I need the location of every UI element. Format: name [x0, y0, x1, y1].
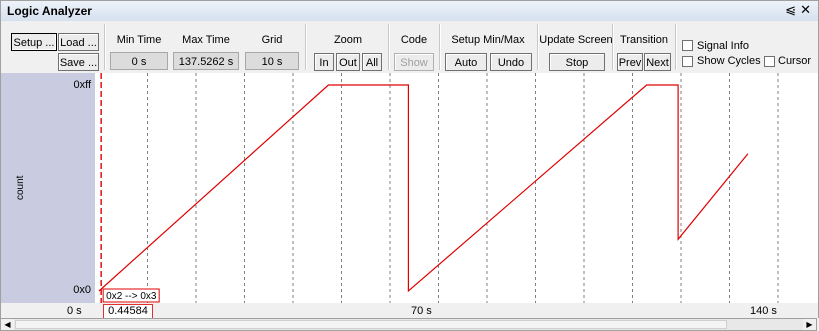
time-axis: 0 s 0.44584 s 70 s 140 s — [0, 303, 819, 330]
time-axis-mid-label: 70 s — [411, 305, 432, 317]
scroll-left-arrow-icon[interactable]: ◀ — [1, 319, 14, 330]
scrollbar-thumb[interactable] — [15, 320, 727, 329]
max-time-value: 137.5262 s — [173, 52, 239, 70]
close-icon[interactable]: ✕ — [800, 2, 811, 18]
signal-info-checkbox[interactable] — [682, 40, 693, 51]
code-label: Code — [400, 34, 428, 46]
toolbar-separator — [305, 24, 307, 70]
toolbar-separator — [537, 24, 539, 70]
toolbar-separator — [612, 24, 614, 70]
toolbar-separator — [439, 24, 441, 70]
next-transition-button[interactable]: Next — [644, 53, 671, 71]
transition-label: 0x2 --> 0x3 — [102, 288, 160, 303]
min-time-value: 0 s — [110, 52, 168, 70]
cursor-label: Cursor — [778, 55, 812, 67]
max-time-label: Max Time — [182, 34, 230, 46]
code-show-button[interactable]: Show — [394, 53, 434, 71]
horizontal-scrollbar[interactable]: ◀ ▶ — [0, 318, 817, 331]
signal-name-panel[interactable]: 0xff count 0x0 — [1, 73, 95, 303]
toolbar-separator — [388, 24, 390, 70]
y-min-label: 0x0 — [73, 284, 91, 296]
zoom-out-button[interactable]: Out — [336, 53, 360, 71]
signal-name: count — [15, 175, 26, 200]
time-axis-end-label: 140 s — [750, 305, 777, 317]
prev-transition-button[interactable]: Prev — [617, 53, 643, 71]
window-titlebar: Logic Analyzer ⩿ ✕ — [0, 0, 819, 21]
stop-button[interactable]: Stop — [549, 53, 605, 71]
undo-button[interactable]: Undo — [490, 53, 532, 71]
min-time-label: Min Time — [116, 34, 162, 46]
svg-text:0x2 --> 0x3: 0x2 --> 0x3 — [106, 291, 157, 302]
zoom-all-button[interactable]: All — [362, 53, 382, 71]
toolbar-separator — [104, 24, 106, 70]
setup-minmax-label: Setup Min/Max — [451, 34, 525, 46]
plot-area[interactable]: 0xff count 0x0 0x2 --> 0x3 — [0, 73, 819, 303]
toolbar: Setup ... Load ... Save ... Min Time 0 s… — [0, 21, 819, 73]
show-cycles-checkbox[interactable] — [682, 56, 693, 67]
scroll-right-arrow-icon[interactable]: ▶ — [803, 319, 816, 330]
waveform-chart[interactable]: 0x2 --> 0x3 — [95, 73, 817, 303]
show-cycles-label: Show Cycles — [697, 55, 761, 67]
cursor-time-readout: 0.44584 s — [103, 304, 153, 330]
setup-button[interactable]: Setup ... — [11, 33, 57, 51]
auto-button[interactable]: Auto — [445, 53, 487, 71]
grid-label: Grid — [261, 34, 283, 46]
update-screen-label: Update Screen — [539, 34, 613, 46]
zoom-in-button[interactable]: In — [314, 53, 334, 71]
load-button[interactable]: Load ... — [58, 33, 99, 51]
window-title: Logic Analyzer — [7, 4, 92, 18]
pin-icon[interactable]: ⩿ — [785, 2, 796, 18]
zoom-label: Zoom — [333, 34, 363, 46]
save-button[interactable]: Save ... — [58, 53, 99, 71]
grid-value: 10 s — [245, 52, 299, 70]
y-max-label: 0xff — [73, 79, 91, 91]
transition-label: Transition — [620, 34, 668, 46]
toolbar-separator — [675, 24, 677, 70]
cursor-checkbox[interactable] — [764, 56, 775, 67]
time-axis-start-label: 0 s — [67, 305, 82, 317]
signal-info-label: Signal Info — [697, 40, 749, 52]
